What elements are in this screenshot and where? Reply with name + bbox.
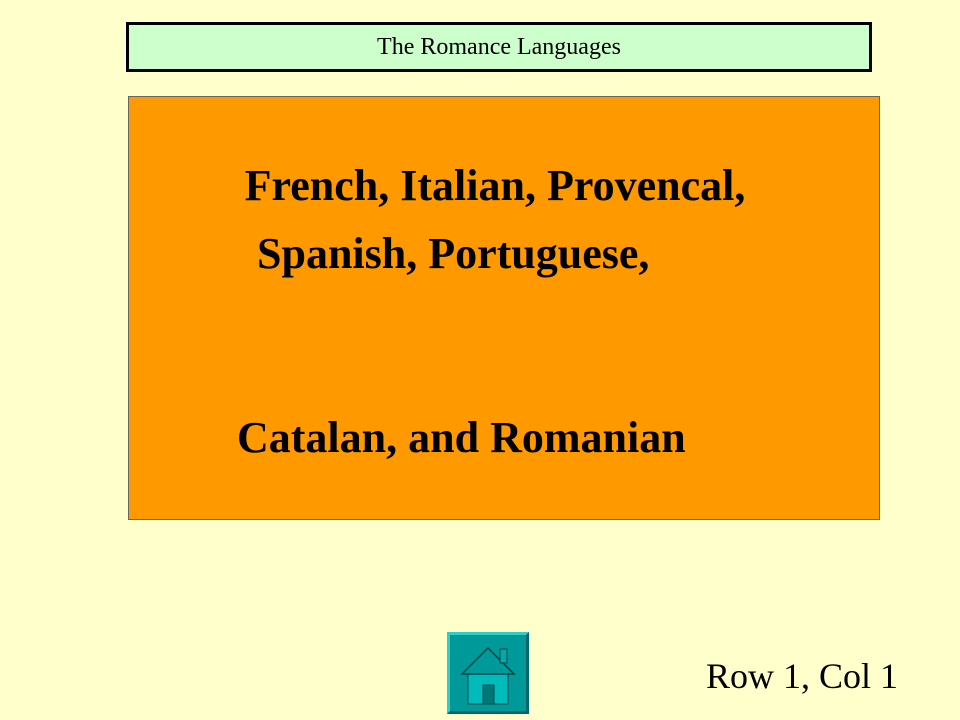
home-button[interactable]	[447, 632, 529, 714]
home-icon	[460, 646, 516, 705]
category-title-bar: The Romance Languages	[126, 22, 872, 72]
category-title: The Romance Languages	[377, 33, 621, 60]
cell-position-label: Row 1, Col 1	[706, 656, 899, 696]
answer-line-1: French, Italian, Provencal,	[244, 161, 746, 210]
answer-line-2: Spanish, Portuguese,	[257, 229, 650, 278]
answer-card: French, Italian, Provencal, Spanish, Por…	[128, 96, 880, 520]
answer-line-3: Catalan, and Romanian	[237, 413, 686, 462]
